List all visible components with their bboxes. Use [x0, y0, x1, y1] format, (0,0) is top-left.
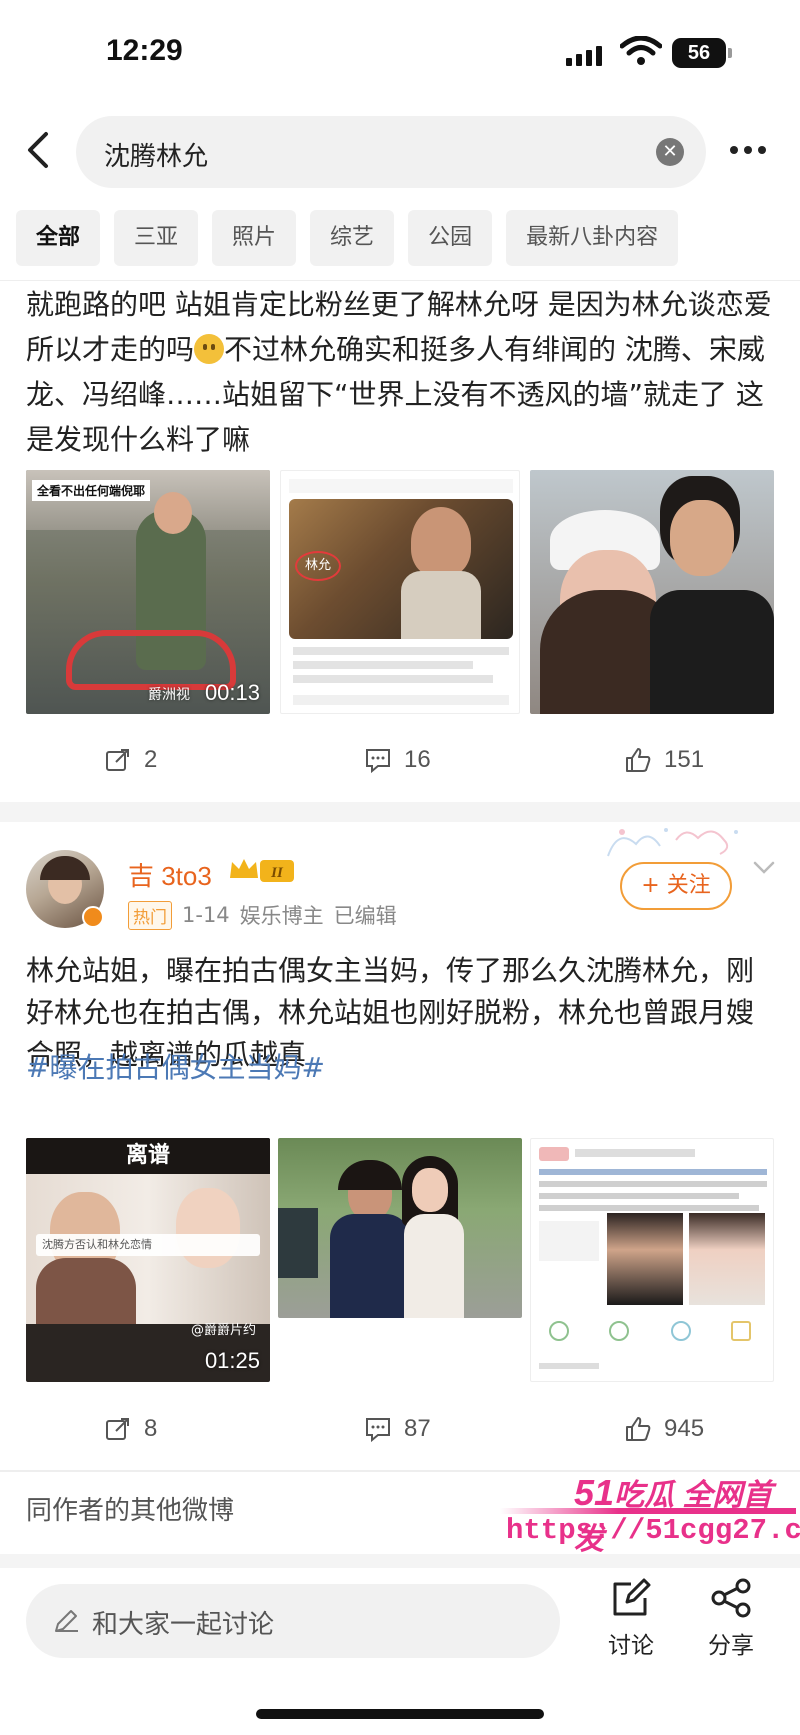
post-date: 1-14 [182, 903, 230, 927]
post-actions: 2 16 151 [0, 746, 800, 796]
divider [0, 280, 800, 281]
thinking-emoji-icon [194, 334, 225, 364]
post-text[interactable]: 就跑路的吧 站姐肯定比粉丝更了解林允呀 是因为林允谈恋爱所以才走的吗 不过林允确实… [26, 282, 786, 462]
verified-badge-icon [82, 906, 104, 928]
comment-button[interactable]: 16 [364, 746, 431, 774]
comment-count: 87 [404, 1415, 431, 1442]
repost-count: 2 [144, 746, 158, 773]
divider [0, 1554, 800, 1568]
like-button[interactable]: 151 [624, 746, 704, 774]
home-indicator [256, 1709, 544, 1719]
chevron-down-icon[interactable] [752, 860, 776, 876]
repost-icon [106, 1418, 129, 1440]
like-count: 151 [664, 746, 705, 773]
vip-level: II [270, 865, 284, 881]
username[interactable]: 吉 3to3 [128, 856, 212, 893]
tab-sanya[interactable]: 三亚 [114, 210, 199, 266]
filter-tabs: 全部 三亚 照片 综艺 公园 最新八卦内容 [16, 210, 679, 266]
vip-crown-badge-icon: II [230, 859, 294, 882]
edited-label: 已编辑 [333, 904, 397, 928]
comment-input[interactable]: 和大家一起讨论 [26, 1584, 560, 1658]
battery-icon: 56 [672, 38, 732, 68]
post-image[interactable] [530, 1138, 774, 1382]
comment-button[interactable]: 87 [364, 1415, 431, 1443]
share-label: 分享 [708, 1633, 754, 1659]
user-category: 娱乐博主 [239, 904, 324, 928]
more-icon[interactable] [730, 146, 766, 154]
comment-placeholder: 和大家一起讨论 [92, 1610, 275, 1640]
post-image[interactable] [530, 470, 774, 714]
like-count: 945 [664, 1415, 705, 1442]
decoration-icon [607, 828, 738, 857]
video-caption: 全看不出任何端倪耶 [32, 480, 151, 501]
name-label: 林允 [295, 551, 341, 581]
repost-button[interactable]: 8 [104, 1415, 157, 1443]
hot-tag: 热门 [128, 900, 172, 930]
search-input[interactable]: 沈腾林允 ✕ [76, 116, 706, 188]
wifi-icon [620, 36, 662, 65]
comment-count: 16 [404, 746, 431, 773]
tab-photos[interactable]: 照片 [212, 210, 297, 266]
share-button[interactable]: 分享 [696, 1576, 766, 1660]
tab-park[interactable]: 公园 [408, 210, 493, 266]
comment-icon [366, 749, 390, 774]
repost-icon [106, 749, 129, 771]
post-video-thumbnail[interactable]: 全看不出任何端倪耶 爵洲视 00:13 [26, 470, 270, 714]
post-separator [0, 802, 800, 822]
tab-latest-gossip[interactable]: 最新八卦内容 [506, 210, 679, 266]
follow-button[interactable]: + 关注 [620, 862, 732, 910]
video-title: 离谱 [26, 1138, 270, 1174]
pencil-icon [55, 1610, 78, 1632]
clock: 12:29 [106, 34, 183, 67]
hashtag-link[interactable]: #曝在拍古偶女主当妈# [26, 1046, 325, 1086]
post-meta: 热门 1-14 娱乐博主 已编辑 [128, 900, 397, 930]
video-duration: 00:13 [204, 680, 260, 705]
like-icon [626, 748, 651, 772]
search-query: 沈腾林允 [104, 142, 209, 172]
like-icon [626, 1417, 651, 1441]
post-image[interactable]: 林允 [280, 470, 520, 714]
video-duration: 01:25 [204, 1348, 260, 1373]
video-watermark: 爵洲视 [148, 687, 190, 703]
repost-button[interactable]: 2 [104, 746, 157, 774]
comment-icon [366, 1418, 390, 1443]
ad-watermark-url: https://51cgg27.com [506, 1514, 800, 1547]
status-bar: 12:29 56 [0, 0, 800, 104]
signal-icon [566, 46, 602, 66]
post-image[interactable] [278, 1138, 522, 1318]
post-actions: 8 87 945 [0, 1415, 800, 1465]
share-icon [711, 1578, 751, 1618]
post-video-thumbnail[interactable]: 离谱 沈腾方否认和林允恋情 @爵爵片约 01:25 [26, 1138, 270, 1382]
repost-count: 8 [144, 1415, 158, 1442]
video-caption: 沈腾方否认和林允恋情 [36, 1234, 260, 1256]
tab-variety[interactable]: 综艺 [310, 210, 395, 266]
like-button[interactable]: 945 [624, 1415, 704, 1443]
ad-number: 51 [574, 1472, 615, 1513]
edit-square-icon [613, 1578, 651, 1616]
video-watermark: @爵爵片约 [190, 1323, 256, 1338]
back-icon[interactable] [18, 128, 58, 172]
other-posts-link[interactable]: 同作者的其他微博 [26, 1490, 234, 1527]
clear-icon[interactable]: ✕ [656, 138, 684, 166]
tab-all[interactable]: 全部 [16, 210, 101, 266]
discuss-button[interactable]: 讨论 [596, 1576, 666, 1660]
discuss-label: 讨论 [608, 1633, 654, 1659]
